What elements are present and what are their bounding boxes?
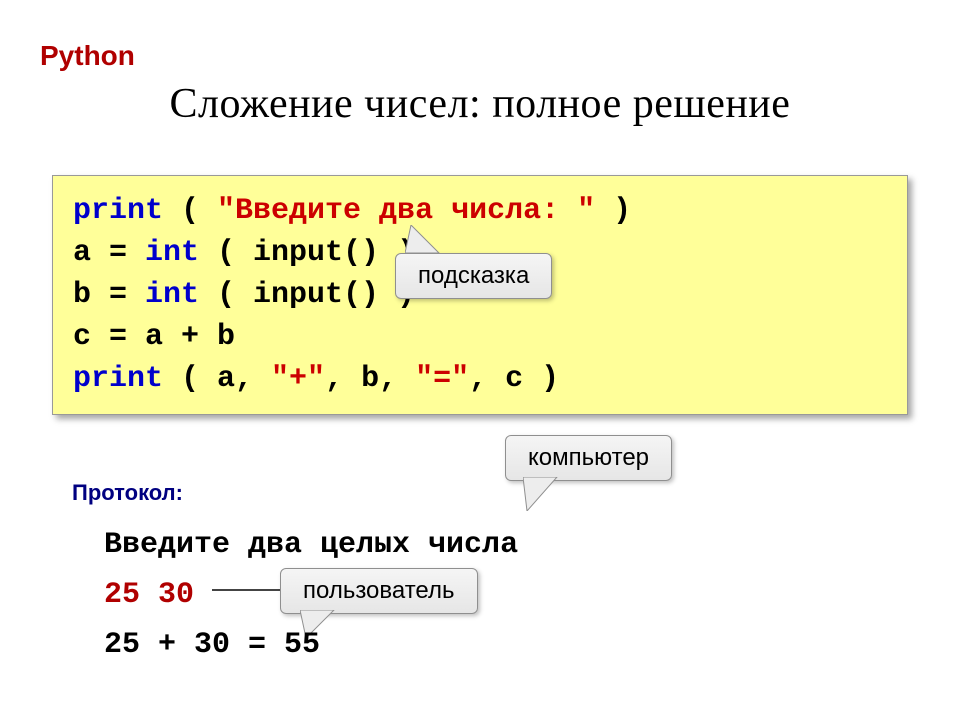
callout-computer: компьютер [505,435,672,481]
code-line-4: c = a + b [73,316,887,358]
kw-int: int [145,278,199,312]
callout-hint-label: подсказка [418,262,529,289]
protocol-line-3: 25 + 30 = 55 [104,620,518,670]
code-line-1: print ( "Введите два числа: " ) [73,190,887,232]
protocol-label: Протокол: [72,480,183,506]
protocol-block: Введите два целых числа 25 30 25 + 30 = … [104,520,518,670]
callout-computer-tail [523,477,563,511]
callout-hint-tail [405,225,445,255]
slide-title: Сложение чисел: полное решение [0,80,960,128]
kw-int: int [145,236,199,270]
protocol-line-1: Введите два целых числа [104,520,518,570]
string-literal: "Введите два числа: " [217,194,595,228]
language-label: Python [40,40,135,72]
callout-computer-label: компьютер [528,444,649,471]
code-line-5: print ( a, "+", b, "=", c ) [73,358,887,400]
callout-hint: подсказка [395,253,552,299]
protocol-line-2: 25 30 [104,570,518,620]
kw-print: print [73,362,163,396]
slide: Python Сложение чисел: полное решение pr… [0,0,960,720]
kw-print: print [73,194,163,228]
